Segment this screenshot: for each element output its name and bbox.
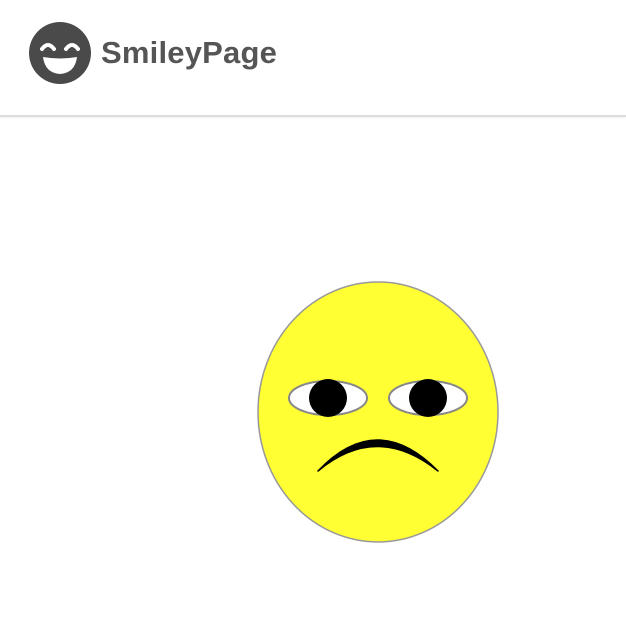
smiley-stage [0,117,626,624]
page-header: SmileyPage [0,0,626,117]
left-eye-pupil [309,379,347,417]
sad-smiley-face [257,281,499,543]
grinning-face-icon[interactable] [29,22,91,84]
face-circle [257,281,499,543]
right-eye-pupil [409,379,447,417]
brand-name[interactable]: SmileyPage [101,33,277,73]
